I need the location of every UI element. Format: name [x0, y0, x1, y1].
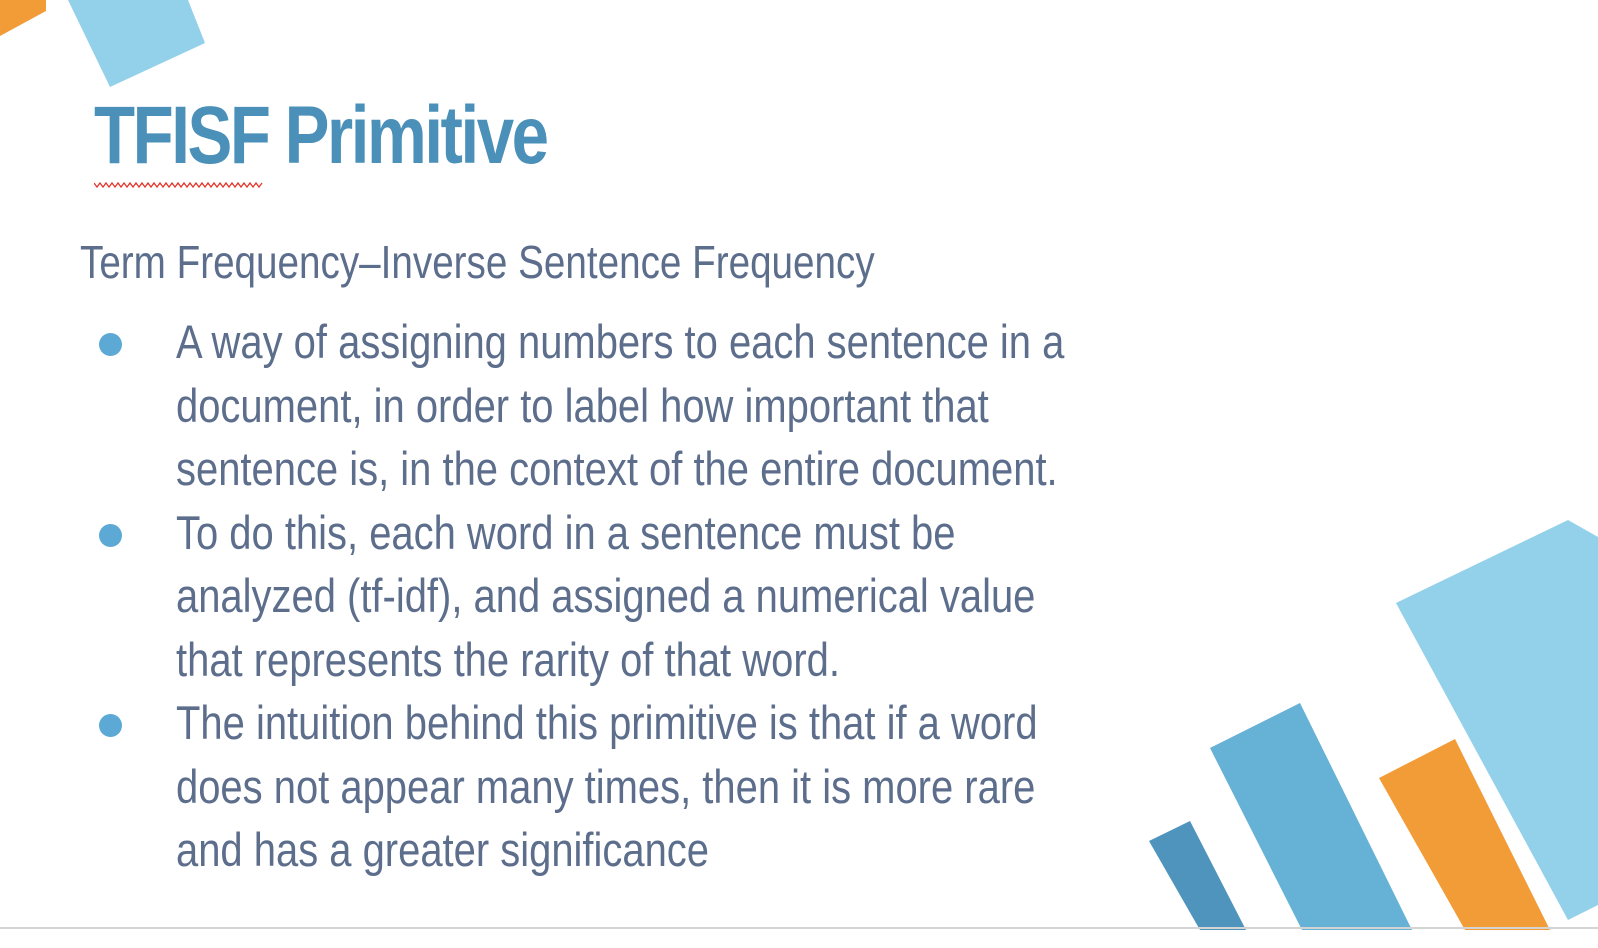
bullet-dot-icon: [99, 714, 122, 737]
slide-subtitle: Term Frequency–Inverse Sentence Frequenc…: [80, 236, 875, 288]
bullet-line: document, in order to label how importan…: [176, 378, 989, 432]
bullet-line: A way of assigning numbers to each sente…: [176, 315, 1065, 368]
spellcheck-underline: [94, 181, 263, 189]
bullet-text: The intuition behind this primitive is t…: [176, 691, 1396, 882]
top-left-orange-shape: [0, 0, 46, 36]
bullet-list: A way of assigning numbers to each sente…: [96, 310, 1396, 882]
bullet-item: To do this, each word in a sentence must…: [96, 501, 1396, 692]
bullet-item: A way of assigning numbers to each sente…: [96, 310, 1396, 501]
bullet-line: does not appear many times, then it is m…: [176, 759, 1036, 813]
top-left-blue-shape: [68, 0, 205, 87]
bullet-line: To do this, each word in a sentence must…: [176, 505, 956, 559]
bullet-text: To do this, each word in a sentence must…: [176, 501, 1396, 692]
bullet-text: A way of assigning numbers to each sente…: [176, 310, 1396, 501]
bullet-item: The intuition behind this primitive is t…: [96, 691, 1396, 882]
bullet-line: analyzed (tf-idf), and assigned a numeri…: [176, 569, 1036, 622]
bullet-dot-icon: [99, 333, 122, 356]
bullet-line: and has a greater significance: [176, 823, 710, 876]
bullet-dot-icon: [99, 523, 122, 547]
bullet-line: sentence is, in the context of the entir…: [176, 442, 1058, 495]
bullet-line: that represents the rarity of that word.: [176, 632, 840, 686]
bullet-line: The intuition behind this primitive is t…: [176, 696, 1038, 749]
slide-title: TFISF Primitive: [94, 90, 549, 181]
slide: TFISF Primitive Term Frequency–Inverse S…: [0, 0, 1598, 948]
slide-bottom-border: [0, 927, 1598, 929]
